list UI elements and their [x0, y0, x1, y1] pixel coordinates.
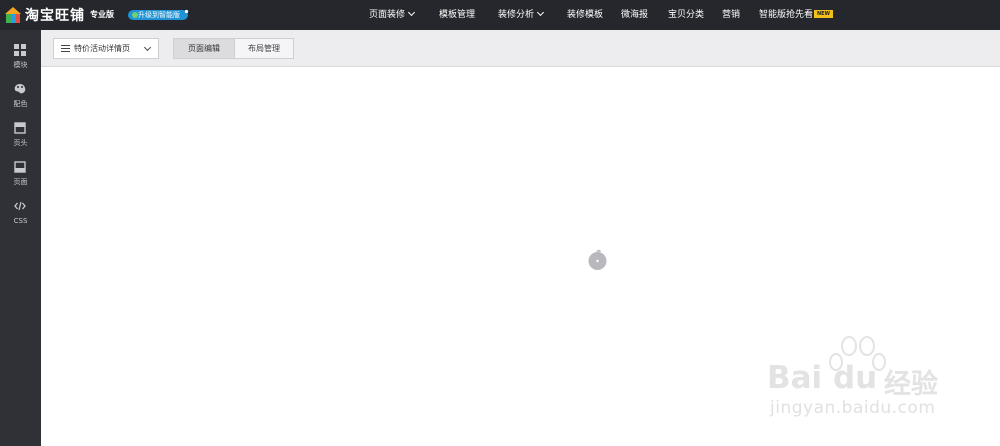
sidebar-item-label: 配色 — [13, 100, 28, 108]
page-selector-value: 特价活动详情页 — [74, 44, 130, 53]
palette-icon — [14, 84, 26, 94]
grid-icon — [14, 44, 26, 56]
edition-label: 专业版 — [90, 10, 114, 19]
nav-label: 页面装修 — [369, 10, 406, 20]
sidebar-item-css[interactable]: CSS — [0, 194, 41, 230]
tab-layout-manage[interactable]: 布局管理 — [234, 38, 294, 59]
page-header-icon — [14, 122, 26, 134]
chevron-down-icon — [143, 43, 152, 52]
nav-label: 装修分析 — [498, 10, 535, 20]
nav-decoration-analysis[interactable]: 装修分析 — [498, 0, 545, 30]
tab-label: 页面编辑 — [188, 44, 220, 53]
sidebar-item-modules[interactable]: 模块 — [0, 38, 41, 74]
nav-micro-poster[interactable]: 微海报 — [621, 0, 648, 30]
page-icon — [14, 161, 26, 173]
chevron-down-icon — [407, 8, 416, 17]
new-badge: NEW — [814, 10, 833, 18]
logo[interactable]: 淘宝旺铺 — [4, 4, 85, 26]
upgrade-button-label: 升级到智能版 — [138, 11, 180, 19]
sidebar-item-page-header[interactable]: 页头 — [0, 116, 41, 152]
left-sidebar: 模块 配色 页头 页面 CSS — [0, 30, 41, 446]
nav-item-category[interactable]: 宝贝分类 — [668, 0, 704, 30]
sidebar-item-page[interactable]: 页面 — [0, 155, 41, 191]
sidebar-item-label: 模块 — [13, 61, 28, 69]
logo-text: 淘宝旺铺 — [25, 8, 85, 24]
tab-page-edit[interactable]: 页面编辑 — [173, 38, 235, 59]
top-bar: 淘宝旺铺 专业版 升级到智能版 页面装修 模板管理 装修分析 装修模板 微海报 … — [0, 0, 1000, 30]
watermark-brand-cn: 经验 — [884, 369, 938, 400]
nav-label: 智能版抢先看 — [759, 10, 814, 20]
watermark-brand: Bai du — [767, 360, 878, 396]
chevron-down-icon — [536, 8, 545, 17]
sparkle-icon — [184, 9, 189, 14]
nav-label: 微海报 — [621, 10, 649, 20]
editor-toolbar: 特价活动详情页 页面编辑 布局管理 — [41, 30, 1000, 67]
nav-label: 模板管理 — [439, 10, 476, 20]
sidebar-item-label: 页头 — [13, 139, 28, 147]
nav-page-decoration[interactable]: 页面装修 — [369, 0, 416, 30]
shop-house-icon — [5, 7, 21, 23]
nav-marketing[interactable]: 营销 — [722, 0, 740, 30]
sidebar-item-label: 页面 — [13, 178, 28, 186]
page-selector-dropdown[interactable]: 特价活动详情页 — [53, 38, 159, 59]
nav-label: 宝贝分类 — [668, 10, 705, 20]
upgrade-dot-icon — [132, 12, 138, 18]
menu-icon — [61, 45, 70, 52]
loading-icon — [588, 249, 607, 270]
tab-label: 布局管理 — [248, 44, 280, 53]
nav-template-manage[interactable]: 模板管理 — [439, 0, 475, 30]
nav-label: 装修模板 — [567, 10, 604, 20]
watermark-url: jingyan.baidu.com — [770, 398, 936, 418]
sidebar-item-label: CSS — [13, 217, 28, 225]
sidebar-item-colors[interactable]: 配色 — [0, 77, 41, 113]
code-icon — [14, 201, 26, 211]
nav-smart-preview[interactable]: 智能版抢先看 — [759, 0, 813, 30]
nav-label: 营销 — [722, 10, 741, 20]
nav-decoration-templates[interactable]: 装修模板 — [567, 0, 603, 30]
